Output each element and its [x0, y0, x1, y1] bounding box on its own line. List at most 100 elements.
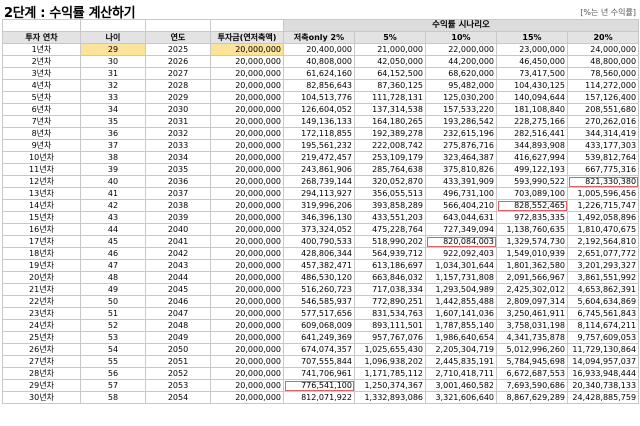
year-count-cell[interactable]: 24년차	[2, 319, 81, 332]
rate-15-cell[interactable]: 416,627,994	[496, 151, 568, 164]
rate-10-cell[interactable]: 1,986,640,654	[425, 331, 497, 344]
year-cell[interactable]: 2045	[145, 283, 211, 296]
rate-15-cell[interactable]: 1,329,574,730	[496, 235, 568, 248]
rate-2-cell[interactable]: 195,561,232	[283, 139, 355, 152]
investment-cell[interactable]: 20,000,000	[210, 283, 284, 296]
rate-20-cell[interactable]: 1,492,058,896	[566, 211, 640, 224]
age-cell[interactable]: 33	[80, 91, 146, 104]
age-cell[interactable]: 30	[80, 55, 146, 68]
rate-15-cell[interactable]: 5,012,996,260	[496, 343, 568, 356]
rate-5-cell[interactable]: 772,890,251	[354, 295, 426, 308]
investment-cell[interactable]: 20,000,000	[210, 103, 284, 116]
year-count-cell[interactable]: 26년차	[2, 343, 81, 356]
rate-15-cell[interactable]: 2,091,566,967	[496, 271, 568, 284]
investment-cell[interactable]: 20,000,000	[210, 79, 284, 92]
year-count-cell[interactable]: 18년차	[2, 247, 81, 260]
age-cell[interactable]: 32	[80, 79, 146, 92]
year-count-cell[interactable]: 9년차	[2, 139, 81, 152]
year-count-cell[interactable]: 12년차	[2, 175, 81, 188]
year-count-cell[interactable]: 29년차	[2, 379, 81, 392]
year-count-cell[interactable]: 8년차	[2, 127, 81, 140]
year-count-cell[interactable]: 14년차	[2, 199, 81, 212]
rate-15-cell[interactable]: 3,758,031,198	[496, 319, 568, 332]
investment-cell[interactable]: 20,000,000	[210, 55, 284, 68]
rate-2-cell[interactable]: 294,113,927	[283, 187, 355, 200]
rate-10-cell[interactable]: 433,391,909	[425, 175, 497, 188]
investment-cell[interactable]: 20,000,000	[210, 235, 284, 248]
year-cell[interactable]: 2028	[145, 79, 211, 92]
investment-cell[interactable]: 20,000,000	[210, 115, 284, 128]
rate-2-cell[interactable]: 400,790,533	[283, 235, 355, 248]
year-count-cell[interactable]: 28년차	[2, 367, 81, 380]
year-cell[interactable]: 2025	[145, 43, 211, 56]
year-cell[interactable]: 2035	[145, 163, 211, 176]
rate-2-cell[interactable]: 428,806,344	[283, 247, 355, 260]
year-count-cell[interactable]: 11년차	[2, 163, 81, 176]
rate-2-cell[interactable]: 126,604,052	[283, 103, 355, 116]
rate-2-cell[interactable]: 609,068,009	[283, 319, 355, 332]
year-cell[interactable]: 2033	[145, 139, 211, 152]
investment-cell[interactable]: 20,000,000	[210, 187, 284, 200]
age-cell[interactable]: 36	[80, 127, 146, 140]
age-cell[interactable]: 47	[80, 259, 146, 272]
rate-2-cell[interactable]: 812,071,922	[283, 391, 355, 404]
rate-5-cell[interactable]: 564,939,712	[354, 247, 426, 260]
rate-5-cell[interactable]: 222,008,742	[354, 139, 426, 152]
rate-2-cell[interactable]: 641,249,369	[283, 331, 355, 344]
rate-10-cell[interactable]: 95,482,000	[425, 79, 497, 92]
rate-5-cell[interactable]: 1,025,655,430	[354, 343, 426, 356]
rate-15-cell[interactable]: 1,549,010,939	[496, 247, 568, 260]
rate-10-cell[interactable]: 727,349,094	[425, 223, 497, 236]
year-count-cell[interactable]: 25년차	[2, 331, 81, 344]
investment-cell[interactable]: 20,000,000	[210, 163, 284, 176]
age-cell[interactable]: 51	[80, 307, 146, 320]
year-count-cell[interactable]: 20년차	[2, 271, 81, 284]
header-rate-5[interactable]: 5%	[354, 31, 426, 44]
rate-10-cell[interactable]: 496,731,100	[425, 187, 497, 200]
rate-15-cell[interactable]: 344,893,908	[496, 139, 568, 152]
rate-2-cell[interactable]: 486,530,120	[283, 271, 355, 284]
rate-2-cell[interactable]: 268,739,144	[283, 175, 355, 188]
rate-20-cell[interactable]: 1,810,470,675	[566, 223, 640, 236]
rate-15-cell[interactable]: 499,122,193	[496, 163, 568, 176]
rate-20-cell[interactable]: 2,192,564,810	[566, 235, 640, 248]
scenario-banner[interactable]: 수익률 시나리오	[282, 19, 640, 32]
year-count-cell[interactable]: 15년차	[2, 211, 81, 224]
age-cell[interactable]: 56	[80, 367, 146, 380]
rate-20-cell[interactable]: 4,653,862,391	[566, 283, 640, 296]
rate-20-cell[interactable]: 2,651,077,772	[566, 247, 640, 260]
rate-20-cell[interactable]: 821,330,380	[566, 175, 640, 188]
year-cell[interactable]: 2039	[145, 211, 211, 224]
investment-cell[interactable]: 20,000,000	[210, 127, 284, 140]
age-cell[interactable]: 55	[80, 355, 146, 368]
year-count-cell[interactable]: 3년차	[2, 67, 81, 80]
rate-2-cell[interactable]: 149,136,133	[283, 115, 355, 128]
investment-cell[interactable]: 20,000,000	[210, 199, 284, 212]
investment-cell[interactable]: 20,000,000	[210, 307, 284, 320]
rate-5-cell[interactable]: 613,186,697	[354, 259, 426, 272]
rate-15-cell[interactable]: 5,784,945,698	[496, 355, 568, 368]
rate-20-cell[interactable]: 20,340,738,133	[566, 379, 640, 392]
year-cell[interactable]: 2034	[145, 151, 211, 164]
year-cell[interactable]: 2046	[145, 295, 211, 308]
rate-5-cell[interactable]: 831,534,763	[354, 307, 426, 320]
rate-10-cell[interactable]: 1,607,141,036	[425, 307, 497, 320]
age-cell[interactable]: 29	[80, 43, 146, 56]
rate-10-cell[interactable]: 3,321,606,640	[425, 391, 497, 404]
year-count-cell[interactable]: 30년차	[2, 391, 81, 404]
rate-20-cell[interactable]: 433,177,303	[566, 139, 640, 152]
investment-cell[interactable]: 20,000,000	[210, 67, 284, 80]
rate-20-cell[interactable]: 78,560,000	[566, 67, 640, 80]
rate-2-cell[interactable]: 172,118,855	[283, 127, 355, 140]
age-cell[interactable]: 57	[80, 379, 146, 392]
year-cell[interactable]: 2053	[145, 379, 211, 392]
header-rate-2[interactable]: 저축only 2%	[283, 31, 355, 44]
investment-cell[interactable]: 20,000,000	[210, 91, 284, 104]
year-count-cell[interactable]: 1년차	[2, 43, 81, 56]
age-cell[interactable]: 48	[80, 271, 146, 284]
rate-20-cell[interactable]: 8,114,674,211	[566, 319, 640, 332]
rate-5-cell[interactable]: 1,171,785,112	[354, 367, 426, 380]
rate-5-cell[interactable]: 164,180,265	[354, 115, 426, 128]
rate-20-cell[interactable]: 9,757,609,053	[566, 331, 640, 344]
year-cell[interactable]: 2054	[145, 391, 211, 404]
